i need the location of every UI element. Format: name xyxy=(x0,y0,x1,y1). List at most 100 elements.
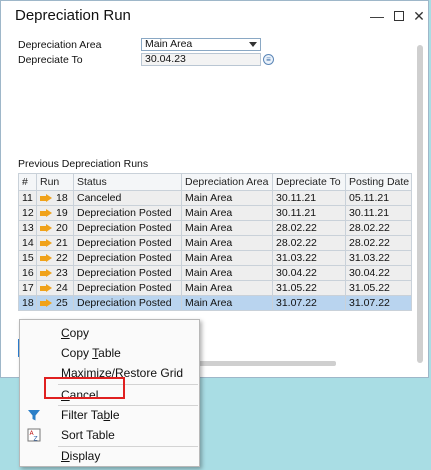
run-cell[interactable]: 24 xyxy=(36,280,74,296)
window-title: Depreciation Run xyxy=(15,7,131,24)
status-cell[interactable]: Depreciation Posted xyxy=(73,235,182,251)
run-arrow-icon[interactable] xyxy=(40,193,52,203)
depreciate-to-cell[interactable]: 31.07.22 xyxy=(272,295,346,311)
posting-date-cell[interactable]: 31.07.22 xyxy=(345,295,412,311)
status-cell[interactable]: Depreciation Posted xyxy=(73,250,182,266)
depreciation-area-cell[interactable]: Main Area xyxy=(181,265,273,281)
table-row[interactable]: 16 23 Depreciation Posted Main Area 30.04.22… xyxy=(18,265,412,281)
run-cell[interactable]: 22 xyxy=(36,250,74,266)
maximize-button[interactable] xyxy=(390,7,408,25)
run-arrow-icon[interactable] xyxy=(40,268,52,278)
run-number: 20 xyxy=(56,222,68,234)
table-row[interactable]: 17 24 Depreciation Posted Main Area 31.05.22… xyxy=(18,280,412,296)
depreciation-area-cell[interactable]: Main Area xyxy=(181,295,273,311)
previous-runs-table: # Run Status Depreciation Area Depreciat… xyxy=(18,173,412,311)
table-header-row: # Run Status Depreciation Area Depreciat… xyxy=(18,173,412,191)
row-number-cell[interactable]: 11 xyxy=(18,190,37,206)
svg-text:Z: Z xyxy=(34,436,38,443)
status-cell[interactable]: Canceled xyxy=(73,190,182,206)
table-row[interactable]: 18 25 Depreciation Posted Main Area 31.07.22… xyxy=(18,295,412,311)
previous-runs-title: Previous Depreciation Runs xyxy=(18,158,149,170)
maximize-icon xyxy=(394,11,404,21)
depreciate-to-cell[interactable]: 31.03.22 xyxy=(272,250,346,266)
table-row[interactable]: 11 18 Canceled Main Area 30.11.21 05.11.21 xyxy=(18,190,412,206)
depreciate-to-label: Depreciate To xyxy=(18,54,83,66)
row-number-cell[interactable]: 14 xyxy=(18,235,37,251)
menu-item-filter-table[interactable]: Filter Table xyxy=(20,405,199,425)
posting-date-cell[interactable]: 05.11.21 xyxy=(345,190,412,206)
cancel-highlight-box xyxy=(44,377,125,399)
menu-item-sort-table[interactable]: A Z Sort Table xyxy=(20,425,199,445)
depreciate-to-cell[interactable]: 30.11.21 xyxy=(272,205,346,221)
depreciation-area-cell[interactable]: Main Area xyxy=(181,220,273,236)
column-header[interactable]: Depreciate To xyxy=(272,173,346,191)
posting-date-cell[interactable]: 30.11.21 xyxy=(345,205,412,221)
menu-item-copy[interactable]: Copy xyxy=(20,323,199,343)
table-row[interactable]: 13 20 Depreciation Posted Main Area 28.02.22… xyxy=(18,220,412,236)
depreciation-area-cell[interactable]: Main Area xyxy=(181,235,273,251)
depreciation-area-cell[interactable]: Main Area xyxy=(181,190,273,206)
row-number-cell[interactable]: 16 xyxy=(18,265,37,281)
run-number: 22 xyxy=(56,252,68,264)
column-header[interactable]: Posting Date xyxy=(345,173,412,191)
run-cell[interactable]: 21 xyxy=(36,235,74,251)
run-arrow-icon[interactable] xyxy=(40,253,52,263)
dropdown-arrow-icon xyxy=(249,42,257,47)
column-header[interactable]: # xyxy=(18,173,37,191)
status-cell[interactable]: Depreciation Posted xyxy=(73,205,182,221)
depreciate-to-field[interactable]: 30.04.23 xyxy=(141,53,261,66)
depreciate-to-cell[interactable]: 30.04.22 xyxy=(272,265,346,281)
run-number: 23 xyxy=(56,267,68,279)
table-row[interactable]: 14 21 Depreciation Posted Main Area 28.02.22… xyxy=(18,235,412,251)
column-header[interactable]: Depreciation Area xyxy=(181,173,273,191)
status-cell[interactable]: Depreciation Posted xyxy=(73,295,182,311)
depreciation-area-label: Depreciation Area xyxy=(18,39,102,51)
posting-date-cell[interactable]: 28.02.22 xyxy=(345,235,412,251)
run-cell[interactable]: 20 xyxy=(36,220,74,236)
close-button[interactable]: ✕ xyxy=(410,7,428,25)
table-row[interactable]: 12 19 Depreciation Posted Main Area 30.11.21… xyxy=(18,205,412,221)
menu-item-display[interactable]: Display xyxy=(20,446,199,466)
table-row[interactable]: 15 22 Depreciation Posted Main Area 31.03.22… xyxy=(18,250,412,266)
run-number: 19 xyxy=(56,207,68,219)
filter-icon xyxy=(28,410,40,421)
depreciate-to-cell[interactable]: 31.05.22 xyxy=(272,280,346,296)
row-number-cell[interactable]: 12 xyxy=(18,205,37,221)
horizontal-scrollbar[interactable] xyxy=(196,361,336,366)
posting-date-cell[interactable]: 28.02.22 xyxy=(345,220,412,236)
run-cell[interactable]: 19 xyxy=(36,205,74,221)
row-number-cell[interactable]: 17 xyxy=(18,280,37,296)
run-arrow-icon[interactable] xyxy=(40,223,52,233)
run-cell[interactable]: 23 xyxy=(36,265,74,281)
posting-date-cell[interactable]: 31.03.22 xyxy=(345,250,412,266)
depreciate-to-cell[interactable]: 30.11.21 xyxy=(272,190,346,206)
depreciate-to-cell[interactable]: 28.02.22 xyxy=(272,235,346,251)
posting-date-cell[interactable]: 30.04.22 xyxy=(345,265,412,281)
column-header[interactable]: Run xyxy=(36,173,74,191)
status-cell[interactable]: Depreciation Posted xyxy=(73,280,182,296)
depreciate-to-cell[interactable]: 28.02.22 xyxy=(272,220,346,236)
calculator-icon[interactable]: ≡ xyxy=(263,54,274,65)
minimize-button[interactable]: — xyxy=(368,7,386,25)
run-arrow-icon[interactable] xyxy=(40,238,52,248)
run-arrow-icon[interactable] xyxy=(40,208,52,218)
depreciation-area-cell[interactable]: Main Area xyxy=(181,205,273,221)
run-arrow-icon[interactable] xyxy=(40,283,52,293)
row-number-cell[interactable]: 15 xyxy=(18,250,37,266)
run-cell[interactable]: 18 xyxy=(36,190,74,206)
sort-icon: A Z xyxy=(27,428,41,442)
column-header[interactable]: Status xyxy=(73,173,182,191)
row-number-cell[interactable]: 13 xyxy=(18,220,37,236)
status-cell[interactable]: Depreciation Posted xyxy=(73,265,182,281)
status-cell[interactable]: Depreciation Posted xyxy=(73,220,182,236)
depreciation-area-cell[interactable]: Main Area xyxy=(181,280,273,296)
posting-date-cell[interactable]: 31.05.22 xyxy=(345,280,412,296)
menu-item-copy-table[interactable]: Copy Table xyxy=(20,343,199,363)
depreciation-area-cell[interactable]: Main Area xyxy=(181,250,273,266)
row-number-cell[interactable]: 18 xyxy=(18,295,37,311)
run-cell[interactable]: 25 xyxy=(36,295,74,311)
run-number: 24 xyxy=(56,282,68,294)
depreciation-area-dropdown[interactable]: Main Area xyxy=(141,38,261,51)
run-arrow-icon[interactable] xyxy=(40,298,52,308)
vertical-scrollbar[interactable] xyxy=(417,45,423,363)
